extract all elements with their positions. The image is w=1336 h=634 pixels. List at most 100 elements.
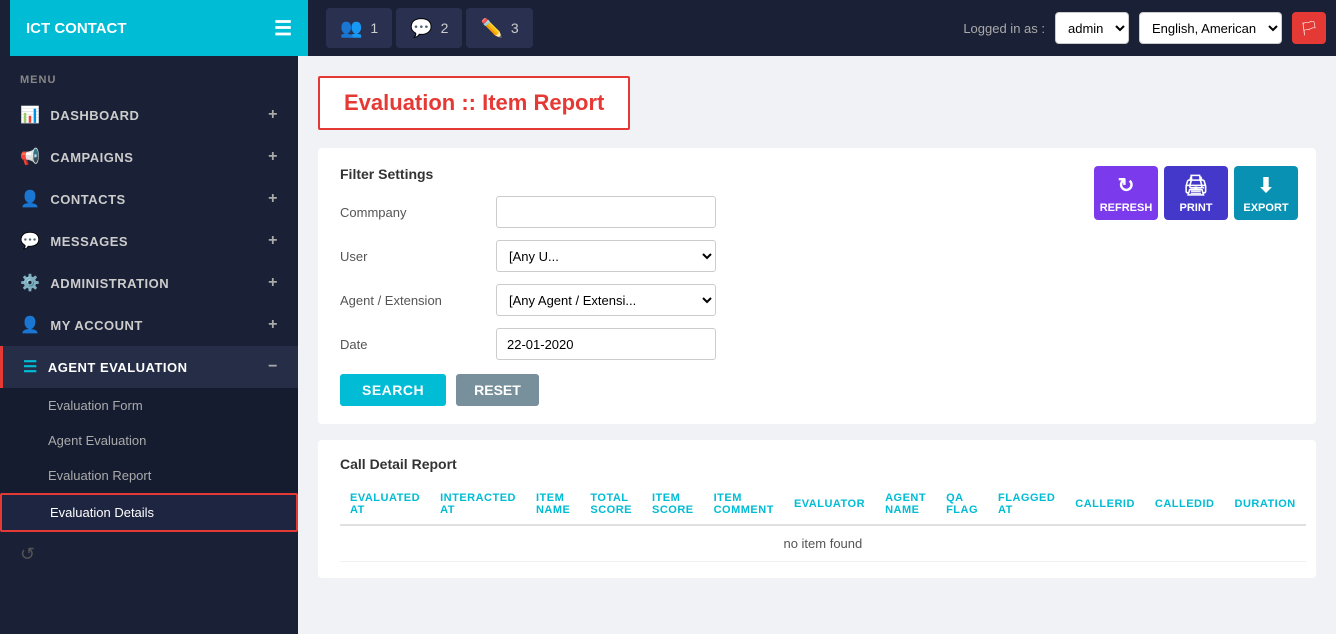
col-evaluator: EVALUATOR (784, 484, 875, 525)
sidebar-item-agent-evaluation[interactable]: ☰ AGENT EVALUATION − (0, 346, 298, 388)
col-item-score: ITEM SCORE (642, 484, 704, 525)
brand: ICT CONTACT ☰ (10, 0, 308, 56)
col-duration: DURATION (1225, 484, 1306, 525)
nav-tab-1[interactable]: 👥 1 (326, 8, 392, 48)
filter-row-user: User [Any U... (340, 240, 1294, 272)
export-button[interactable]: ⬇ EXPORT (1234, 166, 1298, 220)
table-header-row: EVALUATED AT INTERACTED AT ITEM NAME TOT… (340, 484, 1306, 525)
logged-in-label: Logged in as : (963, 21, 1045, 36)
filter-label-date: Date (340, 337, 480, 352)
dashboard-icon: 📊 (20, 105, 40, 125)
col-interacted-at: INTERACTED AT (430, 484, 526, 525)
filter-buttons: SEARCH RESET (340, 374, 1294, 406)
col-flagged-at: FLAGGED AT (988, 484, 1065, 525)
flag-button[interactable]: 🏳 (1292, 12, 1326, 44)
sidebar-item-label-agent-evaluation: AGENT EVALUATION (48, 360, 188, 375)
print-label: PRINT (1180, 202, 1213, 214)
sidebar-sub-evaluation-report[interactable]: Evaluation Report (0, 458, 298, 493)
my-account-icon: 👤 (20, 315, 40, 335)
sidebar-item-label-messages: MESSAGES (50, 234, 128, 249)
nav-tab-1-num: 1 (370, 20, 378, 36)
brand-name: ICT CONTACT (26, 20, 127, 37)
campaigns-icon: 📢 (20, 147, 40, 167)
refresh-label: REFRESH (1100, 202, 1153, 214)
sidebar-item-messages[interactable]: 💬 MESSAGES + (0, 220, 298, 262)
report-table: EVALUATED AT INTERACTED AT ITEM NAME TOT… (340, 484, 1306, 562)
layout: MENU 📊 DASHBOARD + 📢 CAMPAIGNS + 👤 CONTA… (0, 56, 1336, 634)
col-item-name: ITEM NAME (526, 484, 580, 525)
filter-label-user: User (340, 249, 480, 264)
col-evaluated-at: EVALUATED AT (340, 484, 430, 525)
sidebar-bottom-icon[interactable]: ↺ (0, 532, 298, 577)
administration-plus-icon: + (268, 274, 278, 292)
user-filter-select[interactable]: [Any U... (496, 240, 716, 272)
dashboard-plus-icon: + (268, 106, 278, 124)
col-calledid: CALLEDID (1145, 484, 1225, 525)
messages-icon: 💬 (20, 231, 40, 251)
reset-button[interactable]: RESET (456, 374, 539, 406)
sidebar-menu-label: MENU (0, 56, 298, 94)
filter-section: Filter Settings ↻ REFRESH 🖨 PRINT ⬇ EXPO… (318, 148, 1316, 424)
table-no-item-row: no item found (340, 525, 1306, 562)
export-icon: ⬇ (1258, 173, 1275, 198)
search-button[interactable]: SEARCH (340, 374, 446, 406)
language-select[interactable]: English, American (1139, 12, 1282, 44)
sidebar-item-campaigns[interactable]: 📢 CAMPAIGNS + (0, 136, 298, 178)
print-button[interactable]: 🖨 PRINT (1164, 166, 1228, 220)
report-title: Call Detail Report (340, 456, 1294, 472)
sidebar-item-label-my-account: MY ACCOUNT (50, 318, 142, 333)
campaigns-plus-icon: + (268, 148, 278, 166)
sidebar: MENU 📊 DASHBOARD + 📢 CAMPAIGNS + 👤 CONTA… (0, 56, 298, 634)
nav-right: Logged in as : admin English, American 🏳 (963, 12, 1326, 44)
sidebar-sub-agent-evaluation[interactable]: Agent Evaluation (0, 423, 298, 458)
agent-evaluation-icon: ☰ (23, 357, 38, 377)
refresh-button[interactable]: ↻ REFRESH (1094, 166, 1158, 220)
sidebar-item-my-account[interactable]: 👤 MY ACCOUNT + (0, 304, 298, 346)
export-label: EXPORT (1243, 202, 1288, 214)
user-select[interactable]: admin (1055, 12, 1129, 44)
agent-evaluation-minus-icon: − (268, 358, 278, 376)
administration-icon: ⚙️ (20, 273, 40, 293)
print-icon: 🖨 (1183, 173, 1208, 198)
sidebar-item-label-contacts: CONTACTS (50, 192, 125, 207)
contacts-icon: 👤 (20, 189, 40, 209)
col-item-comment: ITEM COMMENT (704, 484, 784, 525)
date-input[interactable] (496, 328, 716, 360)
sidebar-sub-evaluation-details[interactable]: Evaluation Details (0, 493, 298, 532)
agent-filter-select[interactable]: [Any Agent / Extensi... (496, 284, 716, 316)
nav-tab-2[interactable]: 💬 2 (396, 8, 462, 48)
company-input[interactable] (496, 196, 716, 228)
top-nav: ICT CONTACT ☰ 👥 1 💬 2 ✏️ 3 Logged in as … (0, 0, 1336, 56)
col-total-score: TOTAL SCORE (580, 484, 642, 525)
messages-plus-icon: + (268, 232, 278, 250)
hamburger-icon[interactable]: ☰ (274, 16, 292, 41)
col-agent-name: AGENT NAME (875, 484, 936, 525)
col-callerid: CALLERID (1065, 484, 1145, 525)
nav-tab-3[interactable]: ✏️ 3 (466, 8, 532, 48)
sidebar-sub-menu: Evaluation Form Agent Evaluation Evaluat… (0, 388, 298, 532)
action-buttons: ↻ REFRESH 🖨 PRINT ⬇ EXPORT (1094, 166, 1298, 220)
sidebar-item-label-dashboard: DASHBOARD (50, 108, 139, 123)
page-title: Evaluation :: Item Report (344, 90, 604, 115)
col-qa-flag: QA FLAG (936, 484, 988, 525)
no-item-text: no item found (340, 525, 1306, 562)
filter-row-agent: Agent / Extension [Any Agent / Extensi..… (340, 284, 1294, 316)
nav-tab-3-num: 3 (511, 20, 519, 36)
nav-tab-2-num: 2 (441, 20, 449, 36)
nav-tabs: 👥 1 💬 2 ✏️ 3 (316, 8, 955, 48)
sidebar-item-dashboard[interactable]: 📊 DASHBOARD + (0, 94, 298, 136)
filter-label-company: Commpany (340, 205, 480, 220)
main-content: Evaluation :: Item Report Filter Setting… (298, 56, 1336, 634)
nav-tab-1-icon: 👥 (340, 18, 362, 39)
filter-row-date: Date (340, 328, 1294, 360)
filter-label-agent: Agent / Extension (340, 293, 480, 308)
nav-tab-2-icon: 💬 (410, 18, 432, 39)
sidebar-item-label-campaigns: CAMPAIGNS (50, 150, 133, 165)
refresh-icon: ↻ (1118, 173, 1135, 198)
report-section: Call Detail Report EVALUATED AT INTERACT… (318, 440, 1316, 578)
contacts-plus-icon: + (268, 190, 278, 208)
sidebar-item-administration[interactable]: ⚙️ ADMINISTRATION + (0, 262, 298, 304)
sidebar-item-contacts[interactable]: 👤 CONTACTS + (0, 178, 298, 220)
sidebar-sub-evaluation-form[interactable]: Evaluation Form (0, 388, 298, 423)
my-account-plus-icon: + (268, 316, 278, 334)
